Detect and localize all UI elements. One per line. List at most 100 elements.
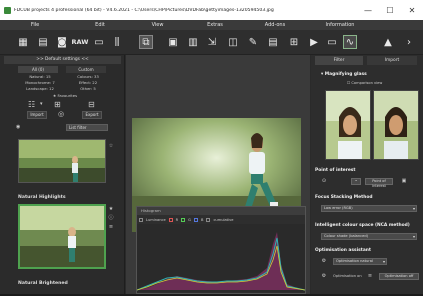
tab-filter[interactable]: Filter — [315, 56, 363, 65]
import-button[interactable]: Import — [27, 111, 47, 119]
more-icon[interactable]: ≡ — [108, 224, 114, 230]
monitor-icon[interactable]: ▭ — [325, 35, 339, 49]
count-colours[interactable]: Colours: 33 — [68, 74, 108, 79]
menu-extras[interactable]: Extras — [185, 20, 245, 30]
interest-dot-button[interactable]: • — [351, 178, 361, 185]
sliders-icon[interactable]: ≡ — [367, 273, 373, 279]
gear-icon[interactable]: ⚙ — [321, 273, 327, 279]
info-icon[interactable]: ⓘ — [108, 215, 114, 221]
title-bar: FDCUB projects 4 professional (64 bit) -… — [0, 0, 423, 20]
raw-button[interactable]: RAW — [72, 35, 89, 49]
magnifier-title-text: Magnifying glass — [324, 72, 367, 77]
folder-icon[interactable]: ▭ — [92, 35, 106, 49]
blue-label: B — [200, 217, 204, 222]
list-filter-select[interactable]: List filter — [66, 124, 108, 131]
green-label: G — [188, 217, 191, 222]
preset-thumbnail-2[interactable] — [18, 204, 106, 269]
menu-information[interactable]: Information — [305, 20, 375, 30]
histogram-panel: Histogram Luminance R G B cumulative — [136, 206, 306, 294]
focus-title: Focus Stacking Method — [315, 195, 373, 200]
interest-toggle-icon[interactable]: ▣ — [401, 178, 407, 184]
grid-preset-icon[interactable]: ⊟ — [88, 101, 98, 109]
options-panel: Filter Import ▾ Magnifying glass ☐ Compa… — [311, 55, 423, 294]
focus-chevron-down-icon: ▾ — [412, 206, 415, 211]
crop-icon[interactable]: ⊞ — [287, 35, 301, 49]
cumulative-label: cumulative — [213, 217, 234, 222]
compare-icon[interactable]: ⧉ — [139, 35, 153, 49]
count-natural[interactable]: Natural: 15 — [20, 74, 60, 79]
preset-panel: >> Default settings << All (0) Custom Na… — [0, 55, 125, 294]
histogram-toggle-icon[interactable]: ∿ — [343, 35, 357, 49]
green-checkbox[interactable] — [181, 217, 186, 222]
magnifier-after[interactable] — [373, 90, 419, 160]
optimisation-title: Optimisation assistant — [315, 248, 372, 253]
main-preview: Histogram Luminance R G B cumulative — [126, 55, 310, 294]
blue-checkbox[interactable] — [193, 217, 198, 222]
list-view-icon[interactable]: ☷ — [28, 101, 38, 109]
optimisation-on-label[interactable]: Optimisation on — [333, 274, 362, 278]
settings-icon[interactable]: ✎ — [246, 35, 260, 49]
menu-file[interactable]: File — [0, 20, 70, 30]
new-preset-icon[interactable]: ⊞ — [54, 101, 64, 109]
favourites-label[interactable]: ★ Favourites — [40, 93, 90, 98]
export-button[interactable]: Export — [82, 111, 102, 119]
window-title: FDCUB projects 4 professional (64 bit) -… — [14, 7, 274, 13]
focus-method-value: Low error (RGB) — [324, 206, 353, 210]
favourite-star-icon-2[interactable]: ★ — [108, 206, 114, 212]
close-button[interactable]: ✕ — [401, 6, 423, 15]
histogram-graph — [136, 224, 306, 292]
play-icon[interactable]: ▶ — [307, 35, 321, 49]
count-landscape[interactable]: Landscape: 12 — [20, 86, 60, 91]
count-effect[interactable]: Effect: 22 — [68, 80, 108, 85]
histogram-options: Luminance R G B cumulative — [137, 215, 305, 224]
magnifier-before[interactable] — [325, 90, 371, 160]
grid-view-icon[interactable]: ▦ — [16, 35, 30, 49]
colour-space-select[interactable]: Colour shade (balanced) ▾ — [321, 233, 417, 240]
image-stack-icon[interactable]: ▤ — [36, 35, 50, 49]
maximize-button[interactable]: ☐ — [379, 6, 401, 15]
minimize-button[interactable]: — — [357, 6, 379, 15]
export-icon[interactable]: ◫ — [226, 35, 240, 49]
reset-icon[interactable]: ◎ — [58, 111, 66, 118]
menu-addons[interactable]: Add-ons — [245, 20, 305, 30]
menu-view[interactable]: View — [130, 20, 185, 30]
magnifier-title: ▾ Magnifying glass — [321, 72, 367, 77]
colour-space-value: Colour shade (balanced) — [324, 234, 369, 238]
preset-thumbnail-1[interactable] — [18, 139, 106, 183]
focus-method-select[interactable]: Low error (RGB) ▾ — [321, 205, 417, 212]
optimisation-select[interactable]: Optimisation natural ▾ — [333, 258, 387, 265]
layout-icon[interactable]: ▤ — [266, 35, 280, 49]
camera-icon[interactable]: ◙ — [55, 35, 69, 49]
optimisation-off-button[interactable]: Optimisation off — [379, 273, 419, 280]
eye-icon[interactable]: ◉ — [16, 125, 21, 130]
count-other[interactable]: Other: 5 — [68, 86, 108, 91]
target-icon[interactable]: ⊙ — [321, 178, 327, 184]
save-icon[interactable]: ▣ — [166, 35, 180, 49]
menu-edit[interactable]: Edit — [70, 20, 130, 30]
tiff-icon[interactable]: ⫼ — [110, 35, 124, 49]
optimisation-chevron-down-icon: ▾ — [382, 259, 385, 264]
warning-icon[interactable]: ▲ — [381, 35, 395, 49]
comparison-option[interactable]: ☐ Comparison view — [347, 81, 382, 85]
tab-all[interactable]: All (0) — [18, 66, 58, 73]
count-monochrome[interactable]: Monochrome: 7 — [20, 80, 60, 85]
tab-import[interactable]: Import — [367, 56, 417, 65]
red-checkbox[interactable] — [168, 217, 173, 222]
red-label: R — [175, 217, 179, 222]
print-icon[interactable]: ▥ — [186, 35, 200, 49]
luminance-checkbox[interactable] — [139, 217, 143, 222]
preset-header[interactable]: >> Default settings << — [4, 56, 121, 64]
optimisation-settings-icon[interactable]: ⚙ — [321, 258, 327, 264]
optimisation-value: Optimisation natural — [336, 259, 373, 263]
chevron-right-icon[interactable]: › — [402, 35, 416, 49]
app-window: FDCUB projects 4 professional (64 bit) -… — [0, 0, 423, 294]
dropdown-arrow-icon[interactable]: ▾ — [40, 102, 45, 107]
cumulative-checkbox[interactable] — [206, 217, 211, 222]
favourite-star-icon[interactable]: ☆ — [108, 143, 114, 149]
share-icon[interactable]: ⇲ — [205, 35, 219, 49]
histogram-header: Histogram — [137, 207, 305, 215]
preset-label-2: Natural Brightened — [18, 281, 68, 286]
interest-button[interactable]: Point of interest — [365, 178, 393, 188]
tab-custom[interactable]: Custom — [66, 66, 106, 73]
preset-label-1: Natural Highlights — [18, 195, 66, 200]
